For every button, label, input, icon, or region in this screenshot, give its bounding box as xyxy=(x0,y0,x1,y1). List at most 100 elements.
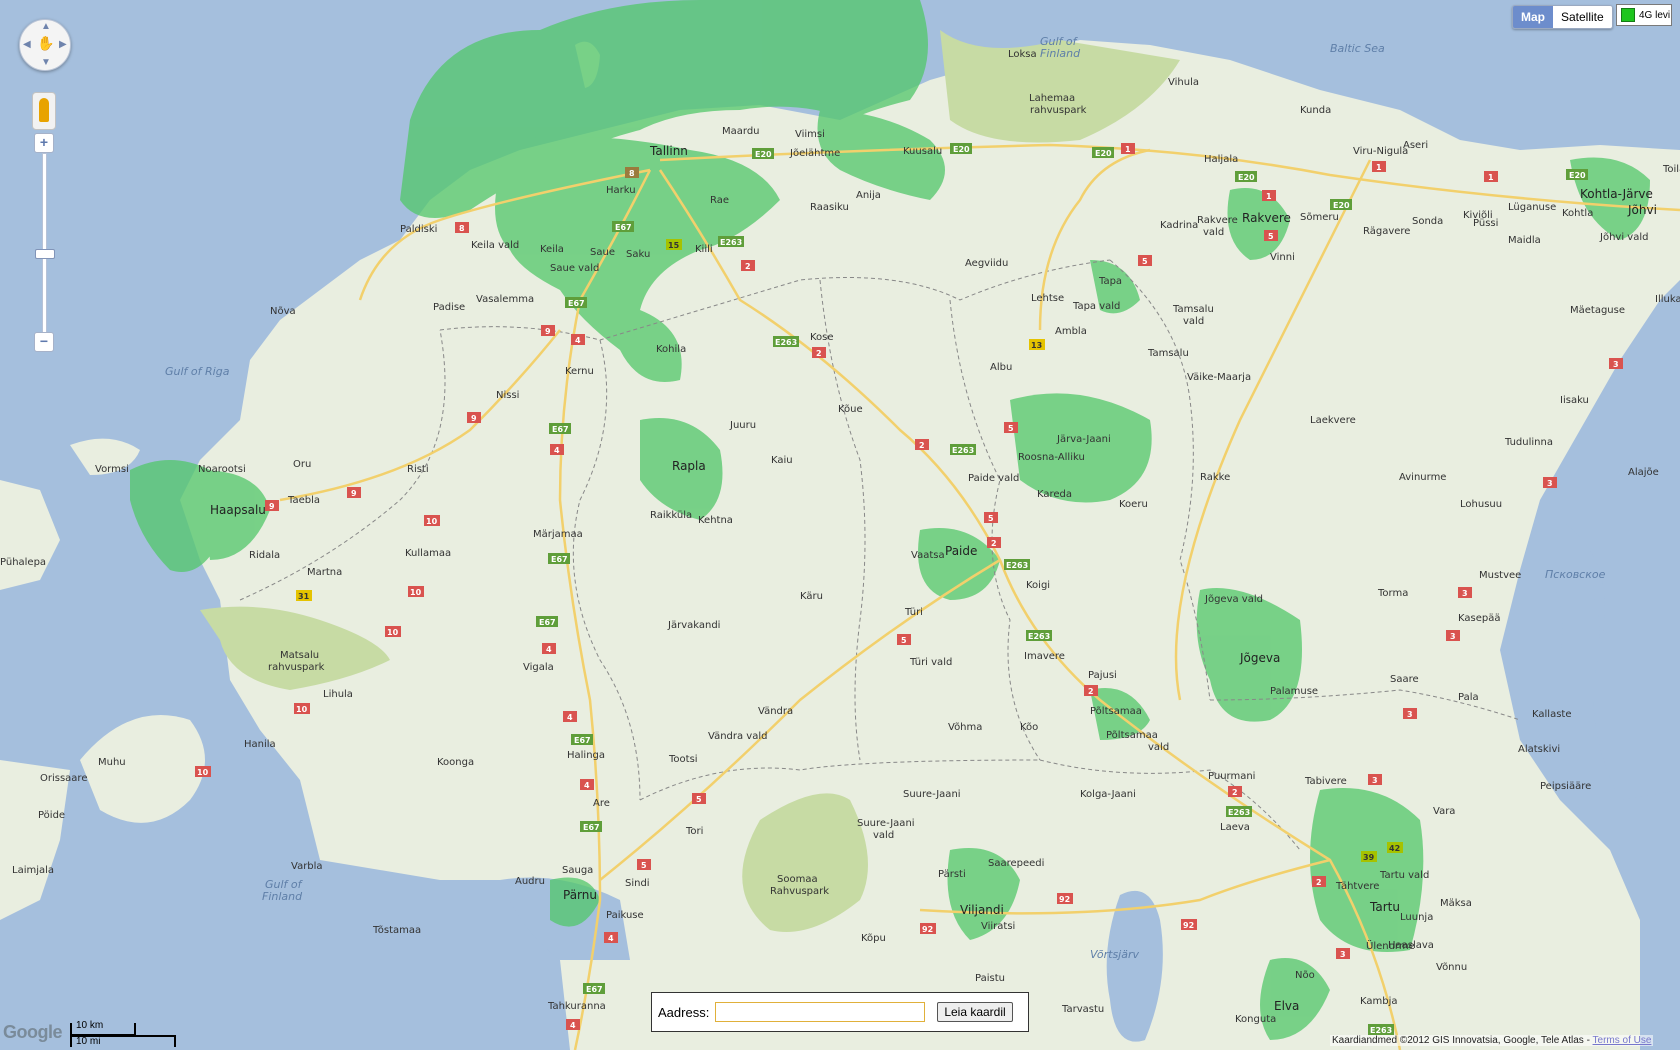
svg-text:Tahkuranna: Tahkuranna xyxy=(547,1001,606,1012)
svg-text:Vara: Vara xyxy=(1433,806,1455,817)
zoom-slider-thumb[interactable] xyxy=(35,249,55,259)
terms-of-use-link[interactable]: Terms of Use xyxy=(1593,1035,1652,1046)
svg-text:4: 4 xyxy=(608,934,614,943)
svg-text:5: 5 xyxy=(696,795,702,804)
svg-text:Vasalemma: Vasalemma xyxy=(476,294,534,305)
svg-text:10: 10 xyxy=(410,588,422,597)
svg-text:Tamsalu: Tamsalu xyxy=(1172,304,1214,315)
svg-text:Võhma: Võhma xyxy=(948,722,982,733)
city-viljandi: Viljandi xyxy=(960,903,1004,917)
svg-text:Alatskivi: Alatskivi xyxy=(1518,744,1560,755)
svg-text:Kernu: Kernu xyxy=(565,366,594,377)
svg-text:Laimjala: Laimjala xyxy=(12,865,54,876)
svg-text:Pärsti: Pärsti xyxy=(938,869,966,880)
svg-text:Tamsalu: Tamsalu xyxy=(1147,348,1189,359)
svg-text:Põltsamaa: Põltsamaa xyxy=(1090,706,1142,717)
svg-text:5: 5 xyxy=(641,861,647,870)
svg-text:10: 10 xyxy=(387,628,399,637)
svg-text:Kuusalu: Kuusalu xyxy=(903,146,942,157)
svg-text:3: 3 xyxy=(1407,710,1413,719)
svg-text:2: 2 xyxy=(991,539,997,548)
svg-text:E67: E67 xyxy=(552,425,569,434)
svg-text:Tapa vald: Tapa vald xyxy=(1072,301,1120,312)
pan-left-icon[interactable]: ◀ xyxy=(23,40,31,50)
svg-text:Mustvee: Mustvee xyxy=(1479,570,1521,581)
svg-text:10: 10 xyxy=(197,768,209,777)
find-on-map-button[interactable]: Leia kaardil xyxy=(937,1002,1013,1022)
svg-text:Palamuse: Palamuse xyxy=(1270,686,1318,697)
svg-text:Kaiu: Kaiu xyxy=(771,455,793,466)
svg-text:E67: E67 xyxy=(539,618,556,627)
city-tallinn: Tallinn xyxy=(649,144,688,158)
svg-text:Lihula: Lihula xyxy=(323,689,353,700)
google-logo[interactable]: Google xyxy=(3,1022,63,1043)
svg-text:Tartu vald: Tartu vald xyxy=(1379,870,1429,881)
svg-text:Tapa: Tapa xyxy=(1098,276,1122,287)
svg-text:Audru: Audru xyxy=(515,876,545,887)
svg-text:Hanila: Hanila xyxy=(244,739,276,750)
svg-text:Saarepeedi: Saarepeedi xyxy=(988,858,1044,869)
svg-text:Matsalu: Matsalu xyxy=(280,650,319,661)
svg-text:Rahvuspark: Rahvuspark xyxy=(770,886,829,897)
svg-text:Sonda: Sonda xyxy=(1412,216,1443,227)
svg-text:Kareda: Kareda xyxy=(1037,489,1072,500)
svg-text:Puurmani: Puurmani xyxy=(1208,771,1255,782)
svg-text:E263: E263 xyxy=(1028,632,1050,641)
svg-text:Raasiku: Raasiku xyxy=(810,202,849,213)
svg-text:Kose: Kose xyxy=(810,332,834,343)
pan-down-icon[interactable]: ▼ xyxy=(41,58,51,68)
zoom-slider-track[interactable] xyxy=(42,153,47,333)
svg-text:E263: E263 xyxy=(1228,808,1250,817)
svg-text:E263: E263 xyxy=(720,238,742,247)
svg-text:Toila: Toila xyxy=(1662,164,1680,175)
svg-text:92: 92 xyxy=(922,925,933,934)
svg-text:Illuka: Illuka xyxy=(1655,294,1680,305)
svg-text:31: 31 xyxy=(298,592,310,601)
svg-text:Pühalepa: Pühalepa xyxy=(0,557,46,568)
svg-text:3: 3 xyxy=(1613,360,1619,369)
svg-text:Viimsi: Viimsi xyxy=(795,129,825,140)
map-type-satellite-button[interactable]: Satellite xyxy=(1553,6,1612,28)
svg-text:Rakke: Rakke xyxy=(1200,472,1230,483)
svg-text:Keila: Keila xyxy=(540,244,564,255)
address-input[interactable] xyxy=(715,1002,926,1022)
pan-up-icon[interactable]: ▲ xyxy=(41,22,51,32)
svg-text:4: 4 xyxy=(570,1021,576,1030)
svg-text:Maidla: Maidla xyxy=(1508,235,1541,246)
svg-text:1: 1 xyxy=(1488,173,1494,182)
city-elva: Elva xyxy=(1274,999,1299,1013)
svg-text:Paldiski: Paldiski xyxy=(400,224,437,235)
svg-text:Tootsi: Tootsi xyxy=(668,754,698,765)
svg-text:Raikküla: Raikküla xyxy=(650,510,692,521)
svg-text:10: 10 xyxy=(296,705,308,714)
svg-text:Püssi: Püssi xyxy=(1473,218,1498,229)
svg-text:vald: vald xyxy=(1183,316,1204,327)
map-canvas[interactable]: Gulf of Finland Baltic Sea Gulf of Riga … xyxy=(0,0,1680,1050)
svg-text:2: 2 xyxy=(745,262,751,271)
city-rakvere: Rakvere xyxy=(1242,211,1291,225)
street-view-pegman-icon[interactable] xyxy=(32,92,56,130)
svg-text:Alajõe: Alajõe xyxy=(1628,467,1659,478)
svg-text:rahvuspark: rahvuspark xyxy=(1030,105,1087,116)
legend-label: 4G levi xyxy=(1639,9,1671,21)
svg-text:Viiratsi: Viiratsi xyxy=(981,921,1015,932)
svg-text:Kõo: Kõo xyxy=(1020,722,1038,733)
svg-text:Paikuse: Paikuse xyxy=(606,910,644,921)
svg-text:Halinga: Halinga xyxy=(567,750,605,761)
svg-text:Finland: Finland xyxy=(1040,47,1081,60)
svg-text:Vigala: Vigala xyxy=(523,662,554,673)
svg-text:Sindi: Sindi xyxy=(625,878,650,889)
zoom-out-button[interactable]: − xyxy=(34,332,54,352)
pan-right-icon[interactable]: ▶ xyxy=(59,40,67,50)
svg-text:Laekvere: Laekvere xyxy=(1310,415,1356,426)
svg-text:Käru: Käru xyxy=(800,591,823,602)
svg-text:Iisaku: Iisaku xyxy=(1560,395,1589,406)
svg-text:3: 3 xyxy=(1462,589,1468,598)
svg-text:Imavere: Imavere xyxy=(1024,651,1065,662)
map-type-map-button[interactable]: Map xyxy=(1513,6,1553,28)
svg-text:2: 2 xyxy=(816,349,822,358)
pan-control[interactable]: ▲ ▼ ◀ ▶ ✋ xyxy=(19,19,71,71)
zoom-in-button[interactable]: + xyxy=(34,133,54,153)
svg-text:Vihula: Vihula xyxy=(1168,77,1199,88)
svg-text:Türi: Türi xyxy=(904,607,923,618)
